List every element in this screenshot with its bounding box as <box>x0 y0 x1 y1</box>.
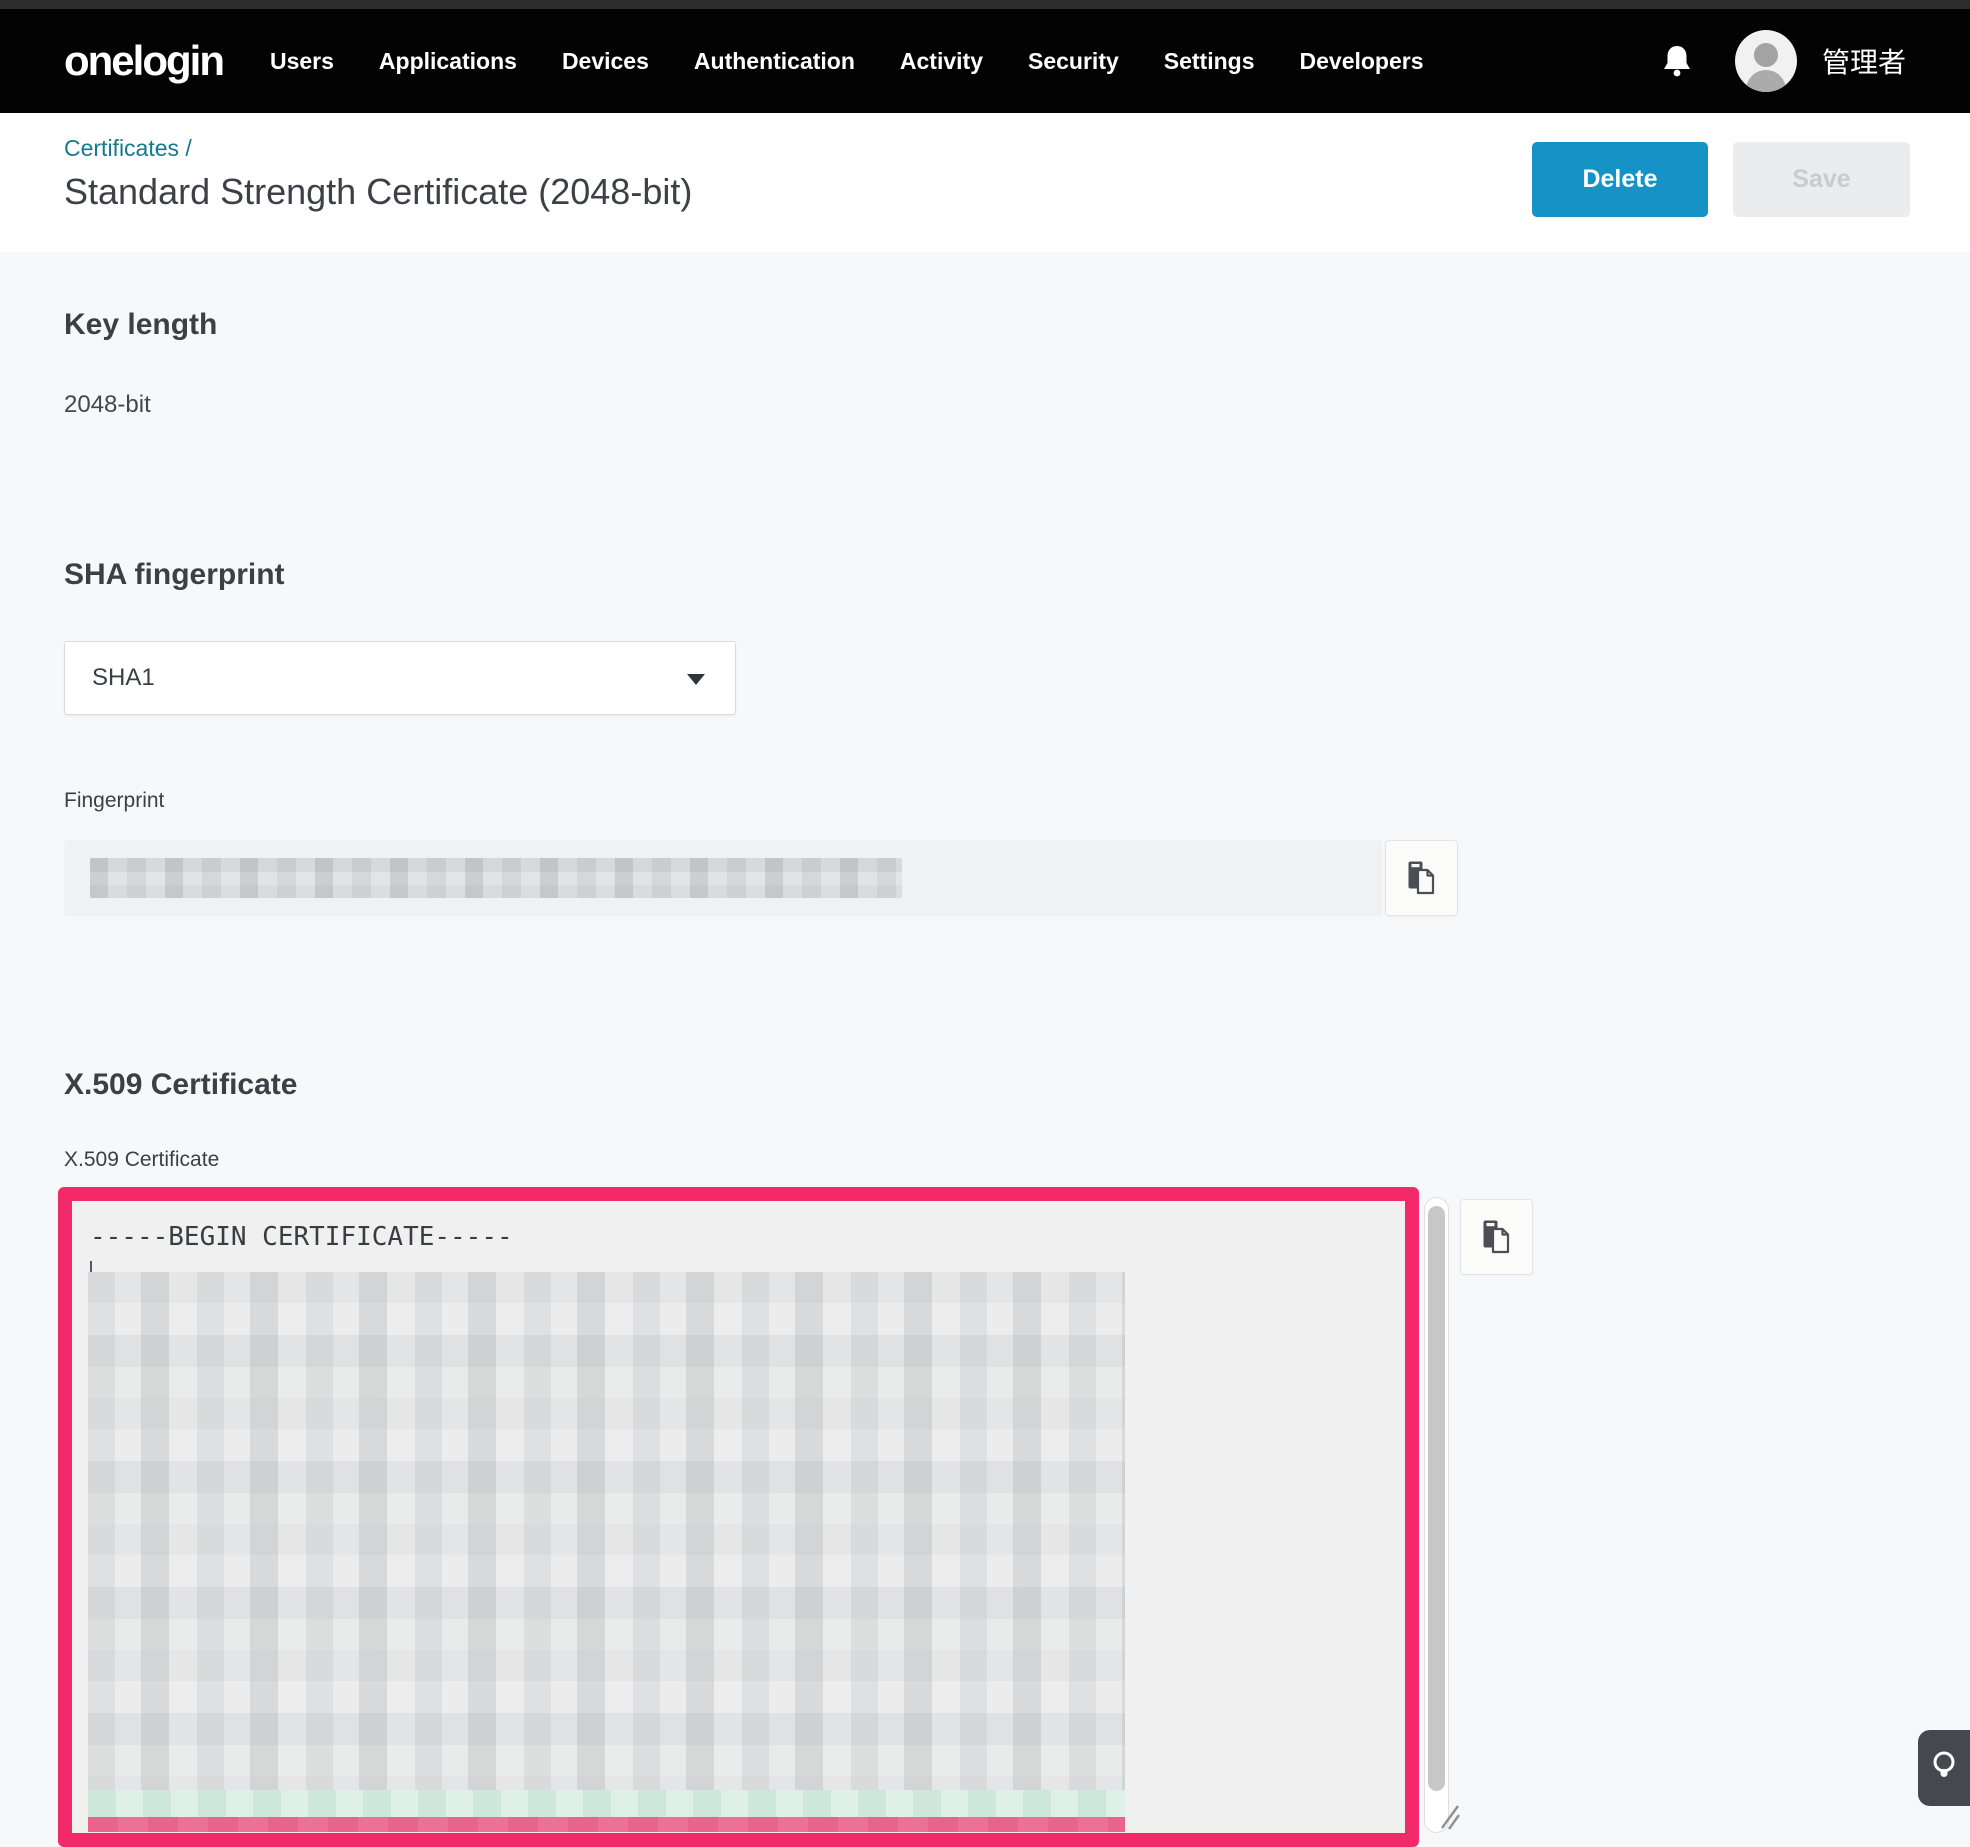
sha-algorithm-select[interactable]: SHA1 <box>64 641 736 715</box>
window-top-strip <box>0 0 1970 9</box>
avatar-body-shape <box>1746 70 1786 92</box>
navbar-right: 管理者 <box>1661 9 1970 113</box>
certificate-redacted-body <box>88 1272 1125 1790</box>
nav-item-settings[interactable]: Settings <box>1164 48 1255 75</box>
textarea-scrollbar-thumb[interactable] <box>1428 1206 1445 1791</box>
nav-item-applications[interactable]: Applications <box>379 48 517 75</box>
x509-label: X.509 Certificate <box>64 1148 219 1172</box>
sha-algorithm-selected-value: SHA1 <box>92 664 155 692</box>
breadcrumb[interactable]: Certificates / <box>64 135 192 162</box>
nav-menu: Users Applications Devices Authenticatio… <box>270 48 1424 75</box>
certificate-begin-line: -----BEGIN CERTIFICATE----- <box>90 1222 513 1252</box>
nav-item-security[interactable]: Security <box>1028 48 1119 75</box>
onelogin-certificate-page: { "navbar": { "logo": "onelogin", "items… <box>0 0 1970 1847</box>
key-length-value: 2048-bit <box>64 391 151 419</box>
delete-button[interactable]: Delete <box>1532 142 1708 217</box>
nav-item-authentication[interactable]: Authentication <box>694 48 855 75</box>
x509-heading: X.509 Certificate <box>64 1068 297 1102</box>
copy-certificate-button[interactable] <box>1460 1199 1533 1275</box>
chevron-down-icon <box>687 674 705 685</box>
resize-grip-icon[interactable] <box>1436 1798 1462 1834</box>
help-tips-button[interactable] <box>1918 1730 1970 1806</box>
fingerprint-label: Fingerprint <box>64 789 164 813</box>
x509-certificate-textarea[interactable]: -----BEGIN CERTIFICATE----- <box>72 1201 1405 1833</box>
nav-item-devices[interactable]: Devices <box>562 48 649 75</box>
nav-item-developers[interactable]: Developers <box>1300 48 1424 75</box>
copy-fingerprint-button[interactable] <box>1385 840 1458 916</box>
certificate-redacted-row-mint <box>88 1790 1125 1817</box>
user-avatar[interactable] <box>1735 30 1797 92</box>
x509-highlight-box: -----BEGIN CERTIFICATE----- <box>58 1187 1419 1847</box>
nav-item-activity[interactable]: Activity <box>900 48 983 75</box>
save-button[interactable]: Save <box>1733 142 1910 217</box>
copy-icon <box>1482 1219 1512 1255</box>
nav-item-users[interactable]: Users <box>270 48 334 75</box>
bell-icon[interactable] <box>1661 44 1693 78</box>
sha-fingerprint-heading: SHA fingerprint <box>64 558 285 592</box>
copy-icon <box>1407 860 1437 896</box>
fingerprint-field[interactable] <box>64 840 1382 916</box>
main-navbar: onelogin Users Applications Devices Auth… <box>0 9 1970 113</box>
fingerprint-redacted-value <box>90 858 902 898</box>
avatar-head-shape <box>1754 43 1778 67</box>
textarea-scrollbar-track[interactable] <box>1424 1197 1449 1833</box>
page-header: Certificates / Standard Strength Certifi… <box>0 113 1970 252</box>
page-title: Standard Strength Certificate (2048-bit) <box>64 171 692 213</box>
certificate-redacted-row-pink <box>88 1817 1125 1832</box>
key-length-heading: Key length <box>64 308 217 342</box>
user-menu-label[interactable]: 管理者 <box>1822 41 1906 81</box>
onelogin-logo[interactable]: onelogin <box>64 37 223 85</box>
lightbulb-icon <box>1931 1749 1957 1787</box>
